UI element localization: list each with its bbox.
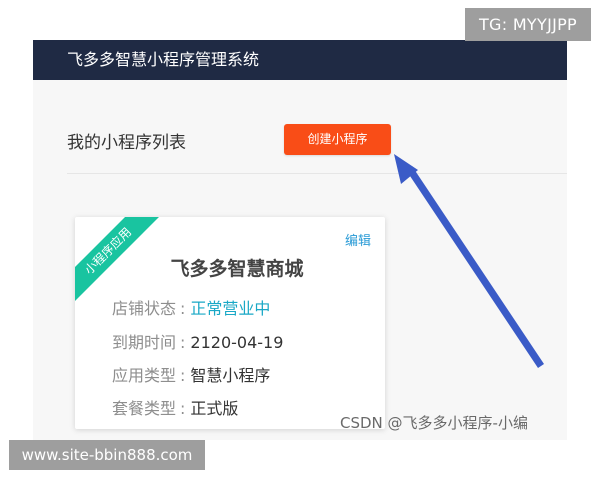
- info-row-store-status: 店铺状态: 正常营业中: [112, 295, 270, 319]
- info-colon: :: [180, 399, 186, 418]
- system-title: 飞多多智慧小程序管理系统: [67, 50, 260, 69]
- csdn-watermark: CSDN @飞多多小程序-小编: [340, 414, 528, 432]
- store-name: 飞多多智慧商城: [170, 258, 304, 280]
- site-badge: www.site-bbin888.com: [9, 440, 205, 470]
- app-window: 飞多多智慧小程序管理系统 我的小程序列表 创建小程序 小程序应用 编辑 飞多多智…: [33, 40, 567, 440]
- app-type-value: 智慧小程序: [190, 366, 271, 385]
- info-label: 套餐类型: [112, 399, 177, 418]
- info-colon: :: [180, 333, 186, 352]
- miniprogram-list-title: 我的小程序列表: [67, 133, 186, 153]
- miniprogram-card: 小程序应用 编辑 飞多多智慧商城 店铺状态: 正常营业中 到期时间:2120-04…: [75, 217, 385, 429]
- info-row-expiry-date: 到期时间:2120-04-19: [112, 329, 283, 353]
- info-row-app-type: 应用类型: 智慧小程序: [112, 362, 270, 386]
- store-status-value: 正常营业中: [190, 299, 271, 318]
- top-navigation-bar: 飞多多智慧小程序管理系统: [33, 40, 567, 80]
- info-label: 到期时间: [112, 333, 177, 352]
- tg-badge: TG: MYYJJPP: [465, 8, 591, 41]
- info-label: 店铺状态: [112, 299, 177, 318]
- create-miniprogram-button[interactable]: 创建小程序: [284, 124, 391, 155]
- edit-link[interactable]: 编辑: [345, 230, 371, 249]
- info-label: 应用类型: [112, 366, 177, 385]
- info-colon: :: [180, 299, 186, 318]
- info-row-plan-type: 套餐类型: 正式版: [112, 395, 238, 419]
- screenshot-stage: 飞多多智慧小程序管理系统 我的小程序列表 创建小程序 小程序应用 编辑 飞多多智…: [0, 0, 600, 480]
- info-colon: :: [180, 366, 186, 385]
- expiry-date-value: 2120-04-19: [190, 333, 284, 352]
- plan-type-value: 正式版: [190, 399, 239, 418]
- section-divider: [67, 173, 567, 174]
